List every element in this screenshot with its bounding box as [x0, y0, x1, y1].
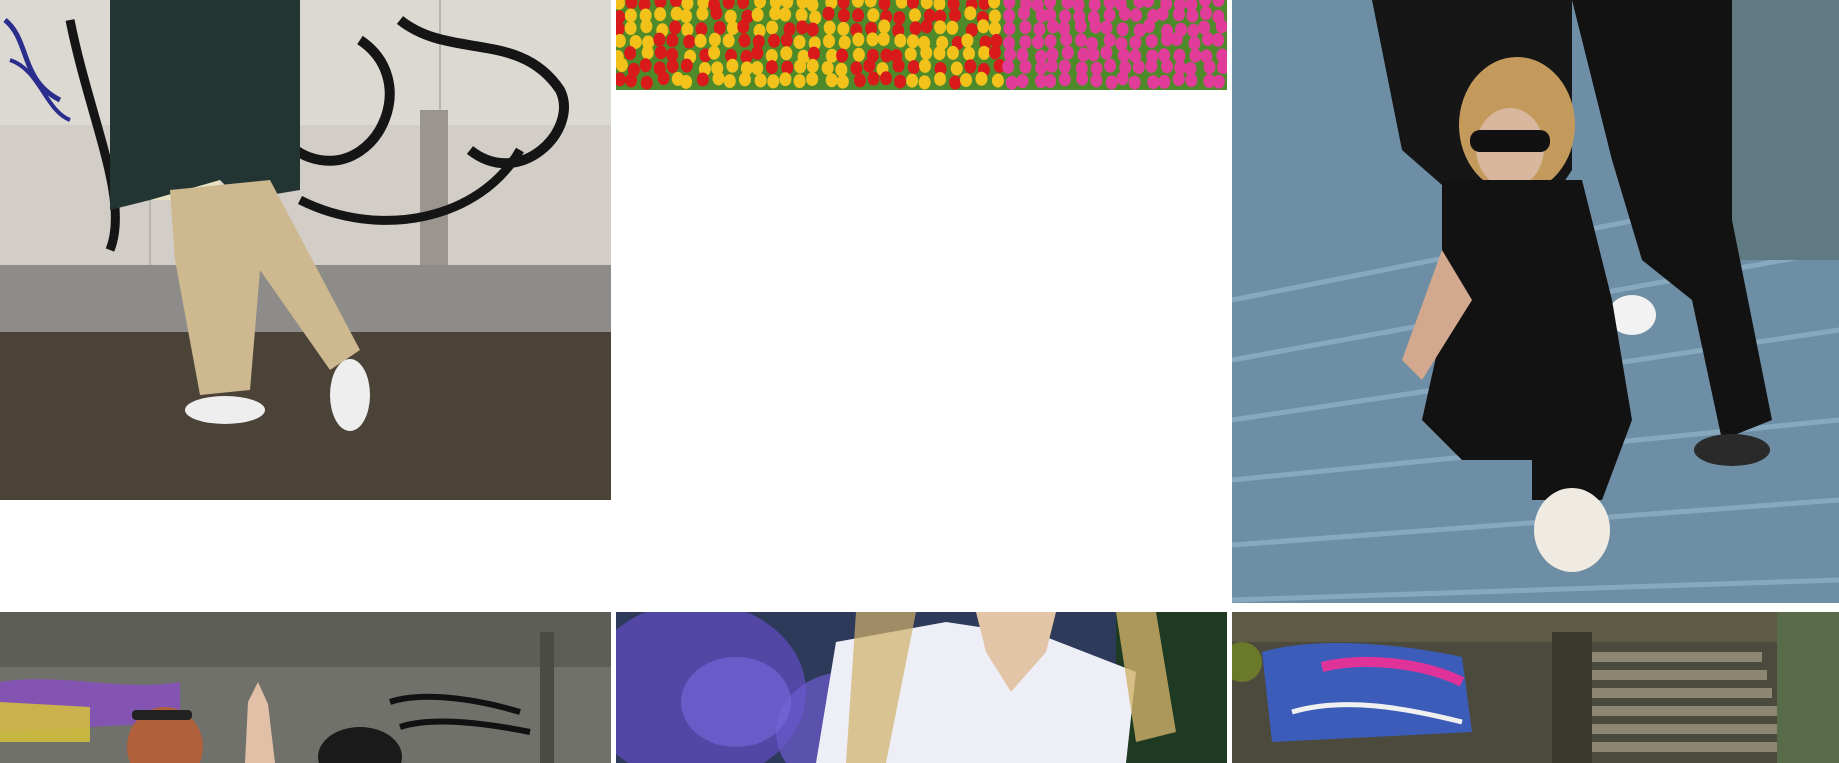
- gallery-photo-6[interactable]: [1232, 612, 1839, 763]
- photo-3-image: [1232, 0, 1839, 603]
- gallery-photo-3[interactable]: [1232, 0, 1839, 603]
- photo-2-image: [616, 0, 1227, 90]
- photo-5-image: [616, 612, 1227, 763]
- photo-4-image: [0, 612, 611, 763]
- gallery-photo-5[interactable]: [616, 612, 1227, 763]
- photo-1-image: [0, 0, 611, 500]
- gallery-photo-1[interactable]: [0, 0, 611, 500]
- photo-6-image: [1232, 612, 1839, 763]
- gallery-photo-2[interactable]: [616, 0, 1227, 90]
- gallery-photo-4[interactable]: [0, 612, 611, 763]
